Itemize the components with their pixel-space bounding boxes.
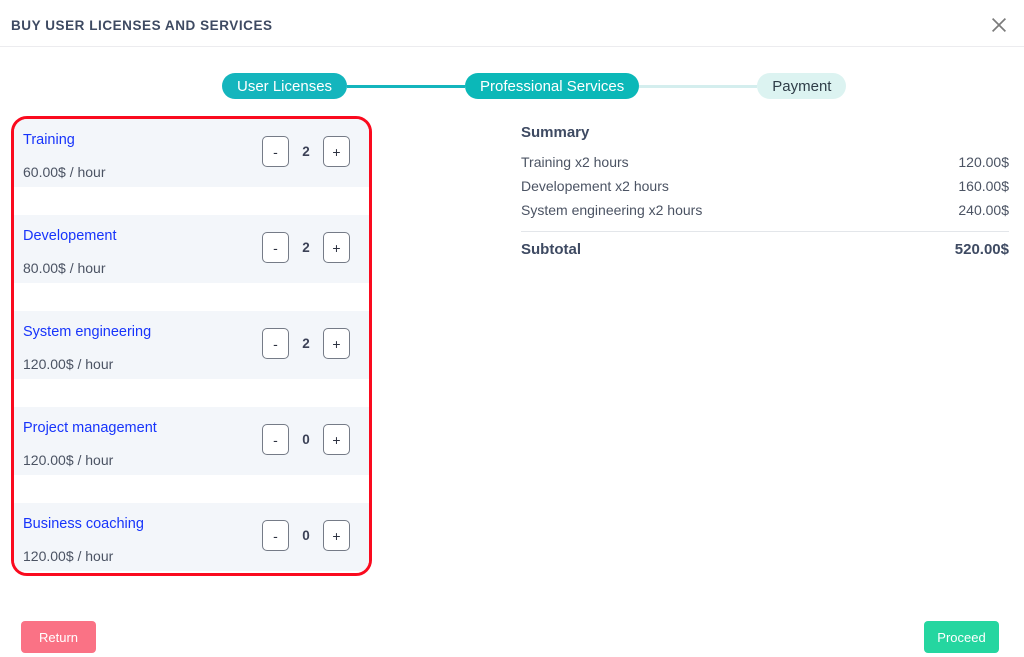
row-separator: [14, 379, 369, 407]
summary-row-label: Developement x2 hours: [521, 178, 669, 194]
wizard-steps: User Licenses Professional Services Paym…: [0, 66, 1024, 106]
increment-button[interactable]: +: [323, 232, 350, 263]
page-title: BUY USER LICENSES AND SERVICES: [11, 18, 273, 33]
decrement-button[interactable]: -: [262, 232, 289, 263]
services-list-highlight: Training 60.00$ / hour - 2 + Developemen…: [11, 116, 372, 576]
increment-button[interactable]: +: [323, 520, 350, 551]
step-user-licenses-label: User Licenses: [237, 77, 333, 95]
summary-divider: [521, 231, 1009, 232]
summary-row: Training x2 hours 120.00$: [521, 150, 1009, 174]
step-professional-services-label: Professional Services: [480, 77, 625, 95]
quantity-stepper: - 0 +: [262, 424, 350, 455]
step-payment-label: Payment: [772, 77, 832, 95]
step-connector-2: [639, 84, 758, 88]
proceed-button[interactable]: Proceed: [924, 621, 999, 653]
product-price: 80.00$ / hour: [23, 260, 106, 276]
step-professional-services[interactable]: Professional Services: [465, 73, 640, 99]
decrement-button[interactable]: -: [262, 424, 289, 455]
product-link[interactable]: Developement: [23, 228, 117, 244]
summary-row-amount: 240.00$: [958, 202, 1009, 218]
product-link[interactable]: Project management: [23, 420, 157, 436]
close-icon: [984, 16, 1014, 34]
return-button[interactable]: Return: [21, 621, 96, 653]
summary-row-amount: 160.00$: [958, 178, 1009, 194]
subtotal-label: Subtotal: [521, 241, 581, 258]
list-item: Developement 80.00$ / hour - 2 +: [14, 215, 369, 283]
quantity-value: 2: [302, 144, 310, 159]
quantity-stepper: - 2 +: [262, 232, 350, 263]
quantity-value: 2: [302, 240, 310, 255]
list-item: Project management 120.00$ / hour - 0 +: [14, 407, 369, 475]
step-user-licenses[interactable]: User Licenses: [222, 73, 348, 99]
row-separator: [14, 475, 369, 503]
product-price: 60.00$ / hour: [23, 164, 106, 180]
decrement-button[interactable]: -: [262, 136, 289, 167]
row-separator: [14, 283, 369, 311]
summary-row-label: System engineering x2 hours: [521, 202, 703, 218]
quantity-stepper: - 0 +: [262, 520, 350, 551]
list-item: Training 60.00$ / hour - 2 +: [14, 119, 369, 187]
quantity-stepper: - 2 +: [262, 328, 350, 359]
product-price: 120.00$ / hour: [23, 356, 114, 372]
increment-button[interactable]: +: [323, 424, 350, 455]
product-price: 120.00$ / hour: [23, 452, 114, 468]
summary-row-amount: 120.00$: [958, 154, 1009, 170]
subtotal-amount: 520.00$: [954, 241, 1009, 258]
summary-row-label: Training x2 hours: [521, 154, 629, 170]
quantity-value: 0: [302, 432, 310, 447]
quantity-value: 2: [302, 336, 310, 351]
summary-row: System engineering x2 hours 240.00$: [521, 198, 1009, 222]
row-separator: [14, 187, 369, 215]
modal-header: BUY USER LICENSES AND SERVICES: [0, 0, 1024, 47]
step-connector-1: [347, 84, 466, 88]
decrement-button[interactable]: -: [262, 328, 289, 359]
increment-button[interactable]: +: [323, 136, 350, 167]
summary-row: Developement x2 hours 160.00$: [521, 174, 1009, 198]
close-button[interactable]: [984, 12, 1014, 38]
product-link[interactable]: System engineering: [23, 324, 151, 340]
product-link[interactable]: Business coaching: [23, 516, 144, 532]
summary-title: Summary: [521, 124, 590, 141]
quantity-stepper: - 2 +: [262, 136, 350, 167]
subtotal-row: Subtotal 520.00$: [521, 241, 1009, 258]
list-item: Business coaching 120.00$ / hour - 0 +: [14, 503, 369, 571]
decrement-button[interactable]: -: [262, 520, 289, 551]
step-payment[interactable]: Payment: [757, 73, 847, 99]
product-link[interactable]: Training: [23, 132, 75, 148]
quantity-value: 0: [302, 528, 310, 543]
increment-button[interactable]: +: [323, 328, 350, 359]
product-price: 120.00$ / hour: [23, 548, 114, 564]
list-item: System engineering 120.00$ / hour - 2 +: [14, 311, 369, 379]
summary-panel: Summary Training x2 hours 120.00$ Develo…: [521, 124, 1009, 258]
